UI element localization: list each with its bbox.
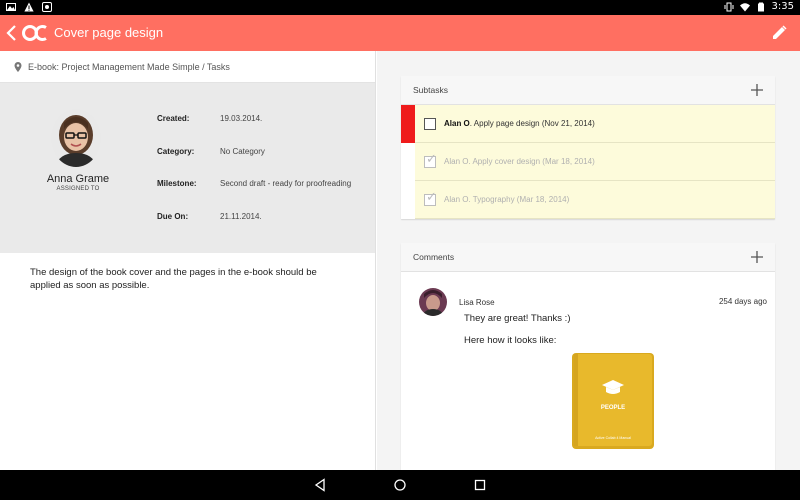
edit-pencil-icon[interactable] [770,24,788,42]
comment-text: They are great! Thanks :) [464,313,571,324]
wifi-icon [739,2,750,11]
category-value: No Category [220,147,265,156]
subtask-row[interactable]: Alan O. Typography (Mar 18, 2014) [415,181,775,219]
breadcrumb[interactable]: E-book: Project Management Made Simple /… [0,51,375,83]
assignee-name: Anna Grame [46,173,110,185]
location-pin-icon [14,61,22,72]
breadcrumb-text: E-book: Project Management Made Simple /… [28,61,230,72]
subtasks-header: Subtasks [401,76,775,105]
battery-icon [757,2,764,11]
subtask-text: Alan O. Typography (Mar 18, 2014) [444,195,570,204]
due-date-value: 21.11.2014. [220,212,262,221]
status-bar: 3:35 [0,0,800,15]
subtask-text: Alan O. Apply cover design (Mar 18, 2014… [444,157,595,166]
comments-card: Comments Lisa Rose 254 days ago They are… [401,243,775,470]
activity-pane: Subtasks Alan O. Apply page design (Nov … [377,51,800,470]
subtask-checkbox-checked[interactable] [424,190,437,206]
commenter-avatar [419,288,447,316]
book-title: PEOPLE [601,405,625,411]
subtask-assignee: Alan O [444,119,470,128]
recents-nav-icon[interactable] [473,478,487,492]
created-label: Created: [157,114,190,123]
image-icon [6,3,16,11]
subtasks-title: Subtasks [413,85,448,95]
comment-text: Here how it looks like: [464,335,557,346]
page-title: Cover page design [54,25,164,40]
category-label: Category: [157,147,195,156]
subtasks-card: Subtasks Alan O. Apply page design (Nov … [401,76,775,219]
created-value: 19.03.2014. [220,114,263,123]
subtask-title: . Apply page design (Nov 21, 2014) [469,119,595,128]
app-notification-icon [42,2,52,12]
app-logo [22,25,47,41]
warning-icon [24,2,34,12]
subtask-checkbox[interactable] [424,117,436,130]
subtask-text: Alan O. Apply page design (Nov 21, 2014) [444,119,595,128]
subtask-checkbox-checked[interactable] [424,152,437,168]
add-subtask-icon[interactable] [751,84,763,96]
back-nav-icon[interactable] [313,478,327,492]
home-nav-icon[interactable] [393,478,407,492]
assignee-avatar [51,109,101,167]
add-comment-icon[interactable] [751,251,763,263]
assignee-role: ASSIGNED TO [56,186,100,192]
comment-timestamp: 254 days ago [718,297,767,306]
task-description: The design of the book cover and the pag… [30,267,317,291]
vibrate-icon [724,2,734,11]
comments-title: Comments [413,252,455,262]
comments-header: Comments [401,243,775,272]
milestone-value: Second draft - ready for proofreading [220,179,352,188]
subtask-row[interactable]: Alan O. Apply page design (Nov 21, 2014) [401,105,775,143]
due-date-label: Due On: [157,212,189,221]
task-details-pane: E-book: Project Management Made Simple /… [0,51,376,470]
task-info-panel: Anna Grame ASSIGNED TO Created: 19.03.20… [0,83,375,253]
book-subtitle: Active Collab 4 Manual [595,436,631,440]
app-bar: Cover page design [0,15,800,51]
navigation-bar [0,470,800,500]
subtask-row[interactable]: Alan O. Apply cover design (Mar 18, 2014… [415,143,775,181]
milestone-label: Milestone: [157,179,197,188]
back-arrow-icon[interactable] [5,23,19,43]
status-time: 3:35 [771,1,794,12]
book-cover-image[interactable]: PEOPLE Active Collab 4 Manual [572,353,654,449]
comment-author: Lisa Rose [459,298,495,307]
